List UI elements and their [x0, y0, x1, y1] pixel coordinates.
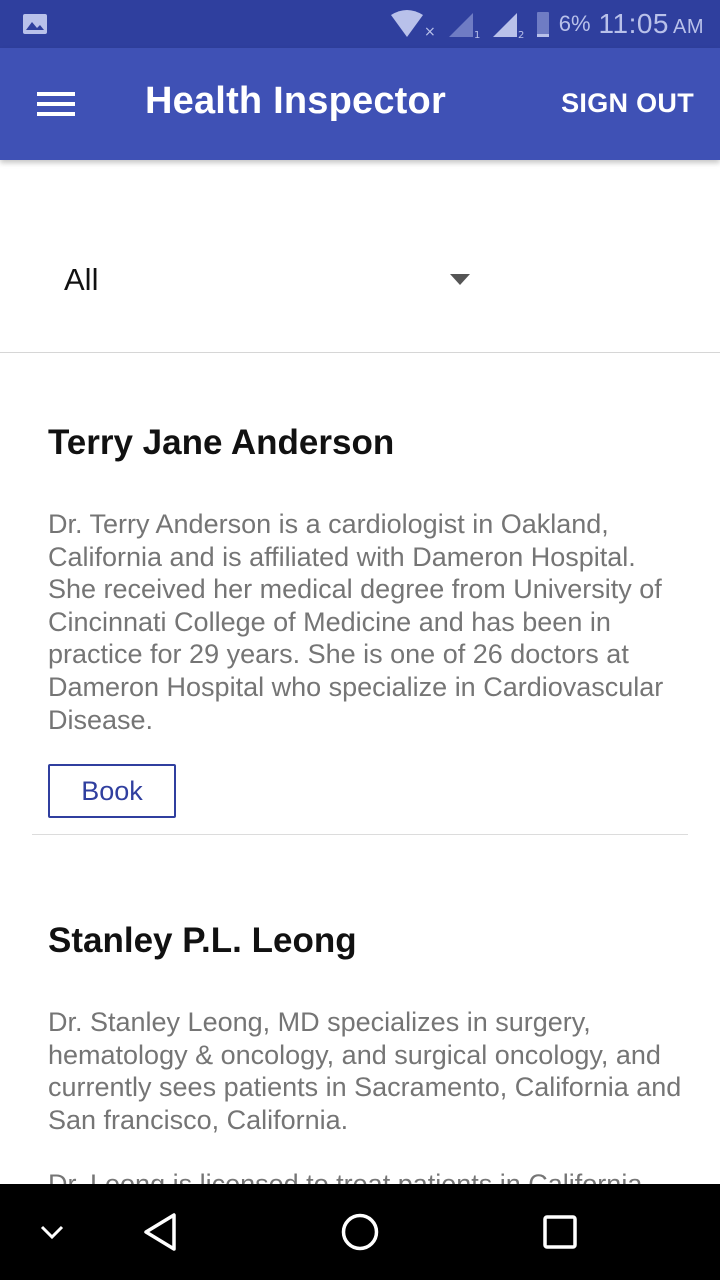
doctor-card: Stanley P.L. Leong Dr. Stanley Leong, MD…	[48, 920, 688, 1201]
doctor-description: Dr. Terry Anderson is a cardiologist in …	[48, 509, 664, 735]
doctor-name: Stanley P.L. Leong	[48, 921, 357, 960]
screen: × 1 2 6% 11:05 AM Health Inspector SIGN …	[0, 0, 720, 1280]
hamburger-menu-icon[interactable]	[24, 78, 88, 130]
collapse-chevron-icon[interactable]	[28, 1184, 76, 1280]
signal-sim1-icon: 1	[448, 13, 480, 39]
svg-text:×: ×	[424, 24, 436, 39]
filter-selected-value: All	[64, 262, 99, 297]
status-icons: × 1 2 6% 11:05 AM	[389, 0, 704, 48]
wifi-icon: ×	[390, 10, 436, 39]
battery-icon	[536, 12, 549, 37]
clock-time: 11:05	[598, 8, 669, 39]
book-button[interactable]: Book	[48, 764, 176, 818]
doctor-description: Dr. Stanley Leong, MD specializes in sur…	[48, 1007, 682, 1135]
recents-icon[interactable]	[530, 1184, 590, 1280]
doctor-card: Terry Jane Anderson Dr. Terry Anderson i…	[48, 422, 688, 818]
doctor-name: Terry Jane Anderson	[48, 423, 395, 462]
back-icon[interactable]	[130, 1184, 190, 1280]
clock-ampm: AM	[673, 16, 704, 38]
gallery-notification-icon	[23, 14, 47, 34]
app-title: Health Inspector	[145, 80, 446, 122]
battery-percent: 6%	[558, 11, 591, 36]
status-bar: × 1 2 6% 11:05 AM	[0, 0, 720, 48]
clock: 11:05 AM	[599, 8, 705, 40]
svg-text:2: 2	[518, 30, 524, 39]
signal-sim2-icon: 2	[492, 13, 524, 39]
sign-out-button[interactable]: SIGN OUT	[561, 88, 694, 119]
svg-text:1: 1	[474, 30, 480, 39]
navigation-bar	[0, 1184, 720, 1280]
dropdown-caret-icon	[450, 274, 470, 285]
home-icon[interactable]	[330, 1184, 390, 1280]
card-divider	[32, 834, 688, 835]
divider	[0, 352, 720, 353]
filter-dropdown[interactable]: All	[40, 240, 490, 320]
app-bar: Health Inspector SIGN OUT	[0, 48, 720, 160]
